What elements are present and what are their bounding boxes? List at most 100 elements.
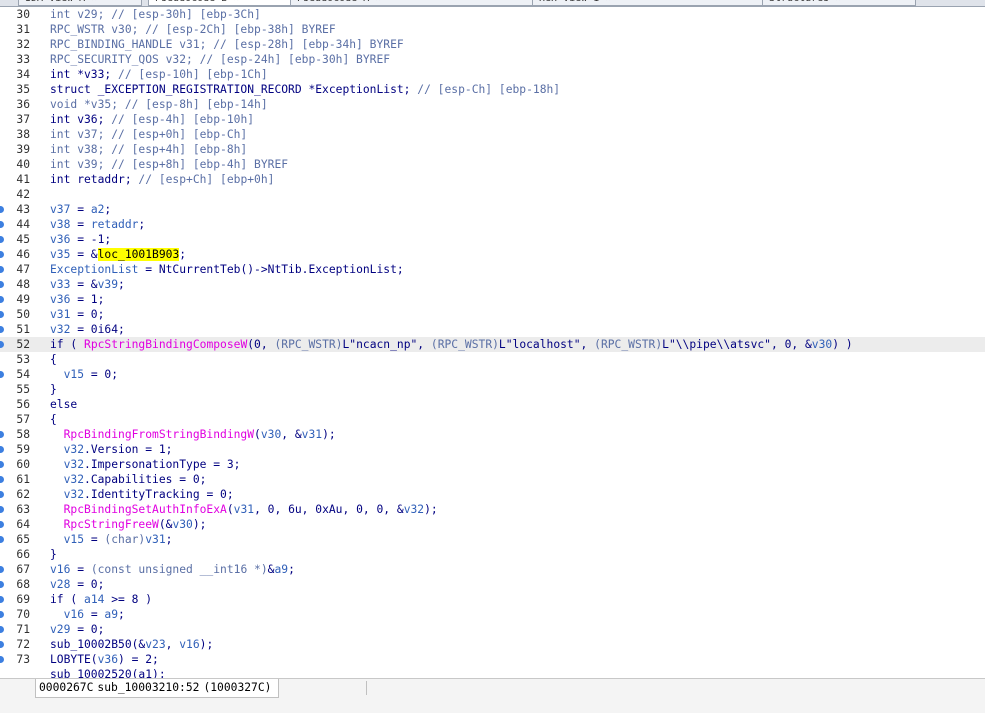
code-text: v32.IdentityTracking = 0;: [50, 487, 234, 502]
code-line[interactable]: 64 RpcStringFreeW(&v30);: [0, 517, 985, 532]
code-line[interactable]: 71 v29 = 0;: [0, 622, 985, 637]
line-number: 65: [16, 533, 30, 546]
tab-structures[interactable]: Structures ×: [762, 0, 916, 6]
code-line[interactable]: 52 if ( RpcStringBindingComposeW(0, (RPC_…: [0, 337, 985, 352]
tab-pseudocode-b[interactable]: Pseudocode-B ×: [148, 0, 302, 6]
variable-token: v30: [811, 338, 833, 351]
variable-token: v39: [97, 278, 119, 291]
code-token: int retaddr;: [50, 173, 139, 186]
code-line[interactable]: 46 v35 = &loc_1001B903;: [0, 247, 985, 262]
code-line[interactable]: 58 RpcBindingFromStringBindingW(v30, &v3…: [0, 427, 985, 442]
code-line[interactable]: 73 LOBYTE(v36) = 2;: [0, 652, 985, 667]
line-number: 64: [16, 518, 30, 531]
code-line[interactable]: 54 v15 = 0;: [0, 367, 985, 382]
code-line[interactable]: 72 sub_10002B50(&v23, v16);: [0, 637, 985, 652]
close-icon[interactable]: ×: [605, 0, 611, 4]
code-line[interactable]: 42: [0, 187, 985, 202]
code-text: RpcBindingSetAuthInfoExA(v31, 0, 6u, 0xA…: [50, 502, 438, 517]
code-text: RPC_SECURITY_QOS v32; // [esp-24h] [ebp-…: [50, 52, 390, 67]
code-token: ) ): [832, 338, 853, 351]
code-line[interactable]: 37 int v36; // [esp-4h] [ebp-10h]: [0, 112, 985, 127]
code-line[interactable]: 32 RPC_BINDING_HANDLE v31; // [esp-28h] […: [0, 37, 985, 52]
close-icon[interactable]: ×: [375, 0, 381, 4]
code-line[interactable]: 30 int v29; // [esp-30h] [ebp-3Ch]: [0, 7, 985, 22]
code-line[interactable]: 53 {: [0, 352, 985, 367]
code-text: v32.Capabilities = 0;: [50, 472, 207, 487]
comment-token: RPC_WSTR v30; // [esp-2Ch] [ebp-38h] BYR…: [50, 23, 336, 36]
line-number: 68: [16, 578, 30, 591]
line-number: 35: [16, 83, 30, 96]
line-number: 34: [16, 68, 30, 81]
code-token: );: [322, 428, 336, 441]
code-line[interactable]: 31 RPC_WSTR v30; // [esp-2Ch] [ebp-38h] B…: [0, 22, 985, 37]
close-icon[interactable]: ×: [835, 0, 841, 4]
code-line[interactable]: 34 int *v33; // [esp-10h] [ebp-1Ch]: [0, 67, 985, 82]
tab-label: Structures: [769, 0, 829, 4]
code-line[interactable]: 39 int v38; // [esp+4h] [ebp-8h]: [0, 142, 985, 157]
code-line[interactable]: sub_10002520(a1);: [0, 667, 985, 678]
code-line[interactable]: 65 v15 = (char)v31;: [0, 532, 985, 547]
variable-token: v31: [145, 533, 166, 546]
tab-ida-view-a[interactable]: IDA View-A ×: [18, 0, 142, 6]
close-icon[interactable]: ×: [233, 0, 239, 4]
code-line[interactable]: 41 int retaddr; // [esp+Ch] [ebp+0h]: [0, 172, 985, 187]
tab-label: Pseudocode-A: [297, 0, 369, 4]
code-line[interactable]: 60 v32.ImpersonationType = 3;: [0, 457, 985, 472]
code-line[interactable]: 45 v36 = -1;: [0, 232, 985, 247]
code-line[interactable]: 40 int v39; // [esp+8h] [ebp-4h] BYREF: [0, 157, 985, 172]
code-token: .Capabilities = 0;: [84, 473, 207, 486]
comment-token: int v37; // [esp+0h] [ebp-Ch]: [50, 128, 248, 141]
highlighted-token: loc_1001B903: [97, 248, 180, 261]
code-line[interactable]: 35 struct _EXCEPTION_REGISTRATION_RECORD …: [0, 82, 985, 97]
code-line[interactable]: 49 v36 = 1;: [0, 292, 985, 307]
code-line[interactable]: 61 v32.Capabilities = 0;: [0, 472, 985, 487]
code-line[interactable]: 67 v16 = (const unsigned __int16 *)&a9;: [0, 562, 985, 577]
code-text: int v39; // [esp+8h] [ebp-4h] BYREF: [50, 157, 288, 172]
code-line[interactable]: 44 v38 = retaddr;: [0, 217, 985, 232]
code-line[interactable]: 55}: [0, 382, 985, 397]
code-text: v37 = a2;: [50, 202, 111, 217]
code-line[interactable]: 70 v16 = a9;: [0, 607, 985, 622]
code-line[interactable]: 56 else: [0, 397, 985, 412]
line-number: 36: [16, 98, 30, 111]
code-text: RpcStringFreeW(&v30);: [50, 517, 207, 532]
tab-label: Pseudocode-B: [155, 0, 227, 4]
code-text: v15 = (char)v31;: [50, 532, 173, 547]
code-line[interactable]: 47 ExceptionList = NtCurrentTeb()->NtTib.…: [0, 262, 985, 277]
code-text: v29 = 0;: [50, 622, 104, 637]
function-call-token: RpcStringBindingComposeW: [84, 338, 248, 351]
line-number: 70: [16, 608, 30, 621]
code-line[interactable]: 38 int v37; // [esp+0h] [ebp-Ch]: [0, 127, 985, 142]
line-number: 40: [16, 158, 30, 171]
code-line[interactable]: 68 v28 = 0;: [0, 577, 985, 592]
code-token: = 1;: [70, 293, 105, 306]
code-line[interactable]: 43 v37 = a2;: [0, 202, 985, 217]
variable-token: v30: [260, 428, 282, 441]
code-line[interactable]: 66}: [0, 547, 985, 562]
variable-token: a9: [274, 563, 289, 576]
tab-hex-view-1[interactable]: Hex View-1 ×: [532, 0, 766, 6]
code-line[interactable]: 59 v32.Version = 1;: [0, 442, 985, 457]
line-number: 37: [16, 113, 30, 126]
code-line[interactable]: 50 v31 = 0;: [0, 307, 985, 322]
code-token: = -1;: [70, 233, 112, 246]
code-token: if (: [50, 338, 85, 351]
code-token: L"\\pipe\\atsvc", 0, &: [662, 338, 812, 351]
code-token: L"ncacn_np",: [342, 338, 431, 351]
code-line[interactable]: 57 {: [0, 412, 985, 427]
code-token: ) = 2;: [118, 653, 159, 666]
code-line[interactable]: 63 RpcBindingSetAuthInfoExA(v31, 0, 6u, …: [0, 502, 985, 517]
code-line[interactable]: 36 void *v35; // [esp-8h] [ebp-14h]: [0, 97, 985, 112]
code-line[interactable]: 69 if ( a14 >= 8 ): [0, 592, 985, 607]
close-icon[interactable]: ×: [91, 0, 97, 4]
code-text: v38 = retaddr;: [50, 217, 145, 232]
line-number: 57: [16, 413, 30, 426]
code-token: ;: [138, 218, 146, 231]
code-line[interactable]: 62 v32.IdentityTracking = 0;: [0, 487, 985, 502]
code-line[interactable]: 51 v32 = 0i64;: [0, 322, 985, 337]
pseudocode-view[interactable]: 30 int v29; // [esp-30h] [ebp-3Ch] 31 RPC_W…: [0, 7, 985, 678]
line-number: 61: [16, 473, 30, 486]
code-line[interactable]: 33 RPC_SECURITY_QOS v32; // [esp-24h] [eb…: [0, 52, 985, 67]
code-line[interactable]: 48 v33 = &v39;: [0, 277, 985, 292]
tab-pseudocode-a[interactable]: Pseudocode-A ×: [290, 0, 534, 6]
